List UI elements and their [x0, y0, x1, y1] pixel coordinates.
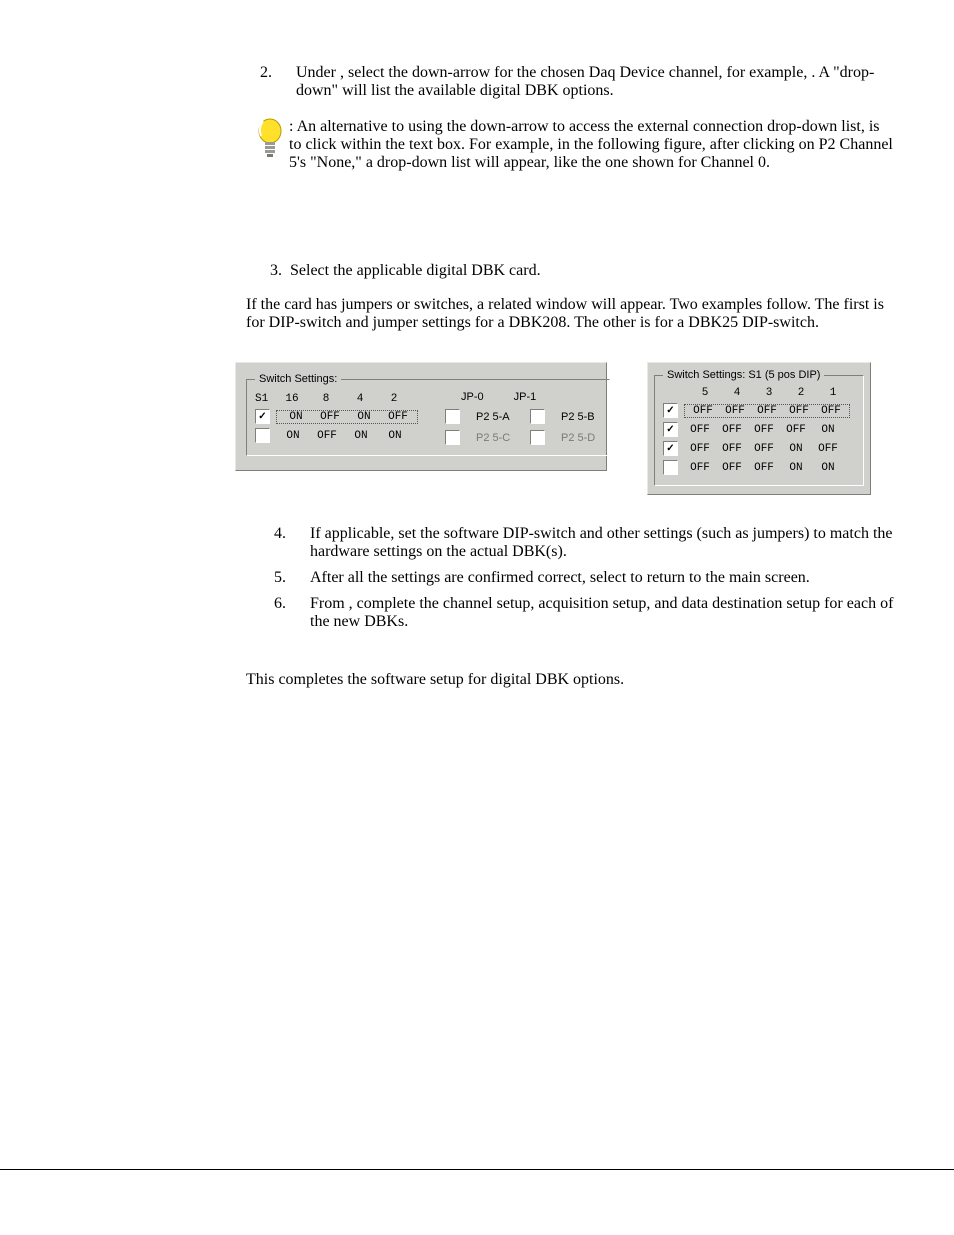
s1b-h3: 3	[753, 387, 785, 399]
s1b-r2-c2: OFF	[716, 424, 748, 436]
s1b-r3-c3: OFF	[748, 443, 780, 455]
s1b-r4-c3: OFF	[748, 462, 780, 474]
p25c-checkbox[interactable]	[445, 430, 460, 445]
s1b-r1-c4: OFF	[783, 405, 815, 417]
dbk208-legend: Switch Settings:	[255, 373, 341, 385]
s1-r2-c2: OFF	[310, 430, 344, 442]
jp0-label: JP-0	[461, 391, 484, 403]
s1-r1-c1: ON	[279, 411, 313, 423]
s1b-r3-c4: ON	[780, 443, 812, 455]
step-4-body: If applicable, set the software DIP-swit…	[310, 525, 894, 561]
p25d-checkbox[interactable]	[530, 430, 545, 445]
p25a-label: P2 5-A	[476, 411, 516, 423]
s1-checkbox-row2[interactable]	[255, 428, 270, 443]
step5-t1: After all the settings are confirmed cor…	[310, 569, 630, 586]
step5-t3: main screen.	[729, 569, 810, 586]
s1b-r4-c2: OFF	[716, 462, 748, 474]
s1b-r4-c5: ON	[812, 462, 844, 474]
lightbulb-icon	[255, 118, 289, 167]
s1-label: S1	[255, 393, 275, 405]
s1b-r3-c2: OFF	[716, 443, 748, 455]
closing-paragraph: This completes the software setup for di…	[246, 671, 894, 689]
dbk208-fieldset: Switch Settings: S1 16 8 4 2	[246, 373, 610, 456]
step-5-number: 5.	[274, 569, 310, 587]
step6-t1: From	[310, 595, 349, 612]
tip-lead: : An alternative to using the	[289, 118, 470, 135]
s1b-h4: 4	[721, 387, 753, 399]
s1b-cb-row3[interactable]	[663, 441, 678, 456]
p25a-checkbox[interactable]	[445, 409, 460, 424]
s1-r1-c3: ON	[347, 411, 381, 423]
step-6-body: From , complete the channel setup, acqui…	[310, 595, 894, 631]
s1b-h1: 1	[817, 387, 849, 399]
step5-t2: to return to the	[630, 569, 729, 586]
s1b-r2-c3: OFF	[748, 424, 780, 436]
s1-r2-c4: ON	[378, 430, 412, 442]
step6-t2: , complete the channel setup, acquisitio…	[310, 595, 893, 630]
p25b-checkbox[interactable]	[530, 409, 545, 424]
s1b-r4-c1: OFF	[684, 462, 716, 474]
step-2-body: Under , select the down-arrow for the ch…	[296, 64, 894, 100]
s1b-r1-c3: OFF	[751, 405, 783, 417]
jp1-label: JP-1	[514, 391, 537, 403]
s1b-r2-c5: ON	[812, 424, 844, 436]
s1b-h2: 2	[785, 387, 817, 399]
s1b-h5: 5	[689, 387, 721, 399]
step2-t1b: , select the	[340, 64, 412, 81]
s1b-cb-row4[interactable]	[663, 460, 678, 475]
s1b-r1-c1: OFF	[687, 405, 719, 417]
s1b-r1-c5: OFF	[815, 405, 847, 417]
s1-r1-c2: OFF	[313, 411, 347, 423]
dbk25-panel: Switch Settings: S1 (5 pos DIP) 5 4 3 2 …	[647, 362, 871, 495]
s1-h-8: 8	[309, 393, 343, 405]
step-3-number: 3.	[270, 262, 290, 280]
dbk25-fieldset: Switch Settings: S1 (5 pos DIP) 5 4 3 2 …	[654, 369, 864, 486]
s1b-r2-c1: OFF	[684, 424, 716, 436]
step-4-number: 4.	[274, 525, 310, 543]
s1-h-2: 2	[377, 393, 411, 405]
p25b-label: P2 5-B	[561, 411, 601, 423]
s1-h-4: 4	[343, 393, 377, 405]
step-3-body: Select the applicable digital DBK card.	[290, 262, 894, 280]
s1b-r3-c1: OFF	[684, 443, 716, 455]
tip-text: : An alternative to using the down-arrow…	[289, 118, 894, 172]
s1-r2-c1: ON	[276, 430, 310, 442]
s1b-r3-c5: OFF	[812, 443, 844, 455]
paragraph-1: If the card has jumpers or switches, a r…	[246, 296, 894, 332]
dbk25-legend: Switch Settings: S1 (5 pos DIP)	[663, 369, 824, 381]
s1-r2-c3: ON	[344, 430, 378, 442]
step2-t1a: Under	[296, 64, 340, 81]
s1b-r1-c2: OFF	[719, 405, 751, 417]
step2-t1c: down-arrow for the chosen Daq Device cha…	[412, 64, 811, 81]
p25d-label: P2 5-D	[561, 432, 601, 444]
step-6-number: 6.	[274, 595, 310, 613]
s1-h-16: 16	[275, 393, 309, 405]
s1b-cb-row1[interactable]	[663, 403, 678, 418]
s1-r1-c4: OFF	[381, 411, 415, 423]
dbk208-panel: Switch Settings: S1 16 8 4 2	[235, 362, 607, 471]
step-2-number: 2.	[260, 64, 296, 82]
step-5-body: After all the settings are confirmed cor…	[310, 569, 894, 587]
s1-checkbox-row1[interactable]	[255, 409, 270, 424]
s1b-r2-c4: OFF	[780, 424, 812, 436]
s1b-cb-row2[interactable]	[663, 422, 678, 437]
p25c-label: P2 5-C	[476, 432, 516, 444]
s1b-r4-c4: ON	[780, 462, 812, 474]
